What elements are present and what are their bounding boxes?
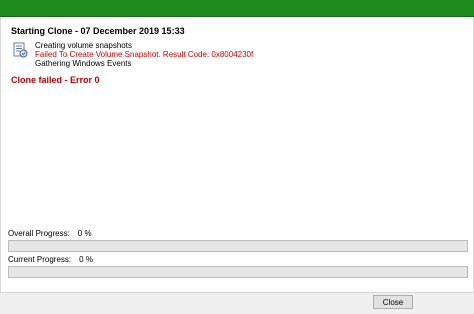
log-panel: Starting Clone - 07 December 2019 15:33 … (0, 17, 474, 292)
clone-status: Clone failed - Error 0 (11, 75, 100, 85)
close-button[interactable]: Close (373, 295, 413, 309)
current-progress-bar (8, 266, 468, 278)
log-line-snapshot-error: Failed To Create Volume Snapshot. Result… (35, 50, 254, 59)
log-heading: Starting Clone - 07 December 2019 15:33 (11, 26, 185, 36)
log-lines: Creating volume snapshots Failed To Crea… (35, 41, 253, 68)
overall-progress-value: 0 % (77, 229, 92, 238)
log-line-creating-snapshots: Creating volume snapshots (35, 41, 132, 50)
current-progress-label: Current Progress: 0 % (8, 255, 93, 264)
current-progress-value: 0 % (79, 255, 93, 264)
overall-progress-bar (8, 240, 468, 252)
snapshot-document-icon (11, 41, 29, 59)
overall-progress-text: Overall Progress: (8, 229, 70, 238)
dialog-footer: Close (0, 292, 474, 314)
log-entry: Creating volume snapshots Failed To Crea… (11, 41, 253, 68)
title-bar[interactable] (0, 0, 474, 17)
overall-progress-label: Overall Progress: 0 % (8, 229, 92, 238)
log-line-gathering-events: Gathering Windows Events (35, 59, 132, 68)
current-progress-text: Current Progress: (8, 255, 72, 264)
